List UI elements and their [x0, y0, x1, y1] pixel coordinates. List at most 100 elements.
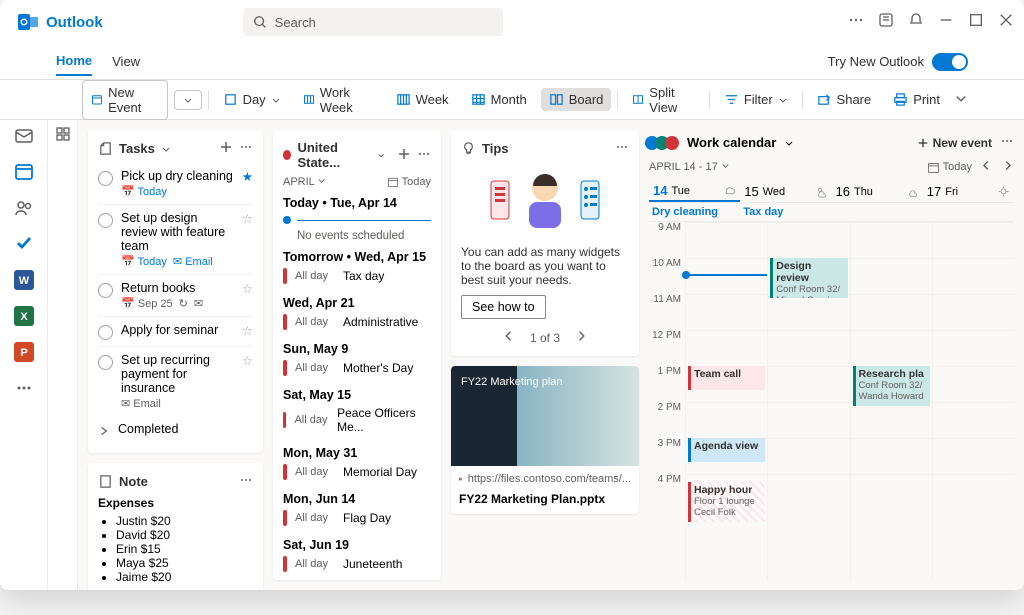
day-header: Mon, Jun 14	[283, 492, 431, 506]
calendar-app-icon[interactable]	[14, 162, 34, 182]
minimize-button[interactable]	[938, 12, 954, 33]
chevron-down-icon[interactable]	[784, 138, 794, 148]
allday-cell[interactable]	[923, 203, 1014, 221]
holiday-event[interactable]: All dayAdministrative	[283, 310, 431, 334]
cal-prev[interactable]	[980, 159, 993, 175]
holiday-event[interactable]: All dayTax day	[283, 264, 431, 288]
tips-more-icon[interactable]	[615, 140, 629, 157]
cal-col-thu[interactable]: Research plaConf Room 32/Wanda Howard	[850, 222, 932, 580]
file-card[interactable]: FY22 Marketing plan Phttps://files.conto…	[451, 366, 639, 514]
file-preview: FY22 Marketing plan	[451, 366, 639, 466]
tips-text: You can add as many widgets to the board…	[461, 245, 629, 287]
allday-cell[interactable]	[832, 203, 923, 221]
holiday-event[interactable]: All dayPeace Officers Me...	[283, 402, 431, 438]
star-icon[interactable]: ☆	[242, 323, 253, 338]
cal-next[interactable]	[1001, 159, 1014, 175]
event-happy-hour[interactable]: Happy hourFloor 1 loungeCecil Folk	[688, 482, 765, 522]
more-apps-icon[interactable]	[14, 378, 34, 398]
task-item[interactable]: Pick up dry cleaning📅 Today★	[98, 163, 253, 205]
more-icon[interactable]	[848, 12, 864, 33]
print-button[interactable]: Print	[885, 88, 948, 111]
event-team-call[interactable]: Team call	[688, 366, 765, 390]
star-icon[interactable]: ☆	[242, 281, 253, 296]
close-button[interactable]	[998, 12, 1014, 33]
event-design-review[interactable]: Design reviewConf Room 32/Miguel Garcia	[770, 258, 847, 298]
task-item[interactable]: Set up design review with feature team📅 …	[98, 205, 253, 275]
see-how-button[interactable]: See how to	[461, 295, 546, 319]
mail-app-icon[interactable]	[14, 126, 34, 146]
try-new-toggle[interactable]	[932, 53, 968, 71]
task-circle-icon[interactable]	[98, 355, 113, 370]
day-header[interactable]: 16Thu	[832, 179, 923, 202]
hour-label: 9 AM	[649, 222, 685, 258]
task-item[interactable]: Set up recurring payment for insurance✉ …	[98, 347, 253, 416]
new-event-dropdown[interactable]	[174, 90, 202, 110]
hour-label: 10 AM	[649, 258, 685, 294]
event-research[interactable]: Research plaConf Room 32/Wanda Howard	[853, 366, 930, 406]
allday-cell[interactable]: Dry cleaning	[649, 203, 740, 221]
todo-app-icon[interactable]	[14, 234, 34, 254]
holidays-more-icon[interactable]	[417, 147, 431, 164]
share-button[interactable]: Share	[809, 88, 880, 111]
split-view[interactable]: Split View	[624, 81, 703, 119]
work-cal-title: Work calendar	[687, 135, 776, 150]
chevron-down-icon[interactable]	[161, 144, 171, 154]
cal-range[interactable]: APRIL 14 - 17	[649, 161, 730, 173]
holiday-event[interactable]: All dayJuneteenth	[283, 552, 431, 576]
holiday-event[interactable]: All dayMother's Day	[283, 356, 431, 380]
add-task-button[interactable]	[219, 140, 233, 157]
today-button[interactable]: Today	[387, 176, 431, 188]
day-header[interactable]: 14Tue	[649, 179, 740, 202]
holiday-event[interactable]: All dayFlag Day	[283, 506, 431, 530]
tasks-more-icon[interactable]	[239, 140, 253, 157]
holiday-event[interactable]: All dayMemorial Day	[283, 460, 431, 484]
pager-next[interactable]	[574, 329, 588, 346]
view-month[interactable]: Month	[463, 88, 535, 111]
cal-col-wed[interactable]: Design reviewConf Room 32/Miguel Garcia	[767, 222, 849, 580]
cal-today-button[interactable]: Today	[927, 161, 972, 174]
task-circle-icon[interactable]	[98, 213, 113, 228]
ribbon-chevron-icon[interactable]	[954, 91, 968, 108]
app-name: Outlook	[46, 14, 103, 31]
task-item[interactable]: Return books📅 Sep 25↻✉☆	[98, 275, 253, 317]
view-day[interactable]: Day	[215, 88, 289, 111]
event-agenda[interactable]: Agenda view	[688, 438, 765, 462]
note-more-icon[interactable]	[239, 473, 253, 490]
task-circle-icon[interactable]	[98, 171, 113, 186]
maximize-button[interactable]	[968, 12, 984, 33]
allday-cell[interactable]: Tax day	[740, 203, 831, 221]
day-header[interactable]: 15Wed	[740, 179, 831, 202]
bell-icon[interactable]	[908, 12, 924, 33]
add-button[interactable]	[397, 147, 411, 164]
tasks-completed[interactable]: Completed	[98, 416, 253, 443]
task-circle-icon[interactable]	[98, 325, 113, 340]
view-board[interactable]: Board	[541, 88, 612, 111]
tab-view[interactable]: View	[112, 48, 140, 75]
star-icon[interactable]: ☆	[242, 353, 253, 368]
star-icon[interactable]: ★	[242, 169, 253, 184]
excel-app-icon[interactable]: X	[14, 306, 34, 326]
new-event-link[interactable]: New event	[917, 136, 992, 150]
cal-col-fri[interactable]	[932, 222, 1014, 580]
view-week[interactable]: Week	[388, 88, 457, 111]
tab-home[interactable]: Home	[56, 47, 92, 76]
board-layout-icon[interactable]	[55, 126, 71, 142]
pager-prev[interactable]	[502, 329, 516, 346]
powerpoint-app-icon[interactable]: P	[14, 342, 34, 362]
star-icon[interactable]: ☆	[242, 211, 253, 226]
task-item[interactable]: Apply for seminar☆	[98, 317, 253, 347]
day-header[interactable]: 17Fri	[923, 179, 1014, 202]
weather-icon	[906, 185, 919, 198]
view-workweek[interactable]: Work Week	[295, 81, 382, 119]
note-icon[interactable]	[878, 12, 894, 33]
holidays-month[interactable]: APRIL	[283, 176, 326, 188]
new-event-button[interactable]: New Event	[82, 80, 168, 120]
people-app-icon[interactable]	[14, 198, 34, 218]
chevron-down-icon[interactable]	[377, 150, 385, 160]
search-input[interactable]: Search	[243, 8, 503, 36]
cal-col-tue[interactable]: Team call Agenda view Happy hourFloor 1 …	[685, 222, 767, 580]
word-app-icon[interactable]: W	[14, 270, 34, 290]
filter-button[interactable]: Filter	[716, 88, 796, 111]
task-circle-icon[interactable]	[98, 283, 113, 298]
cal-more-icon[interactable]	[1000, 134, 1014, 151]
